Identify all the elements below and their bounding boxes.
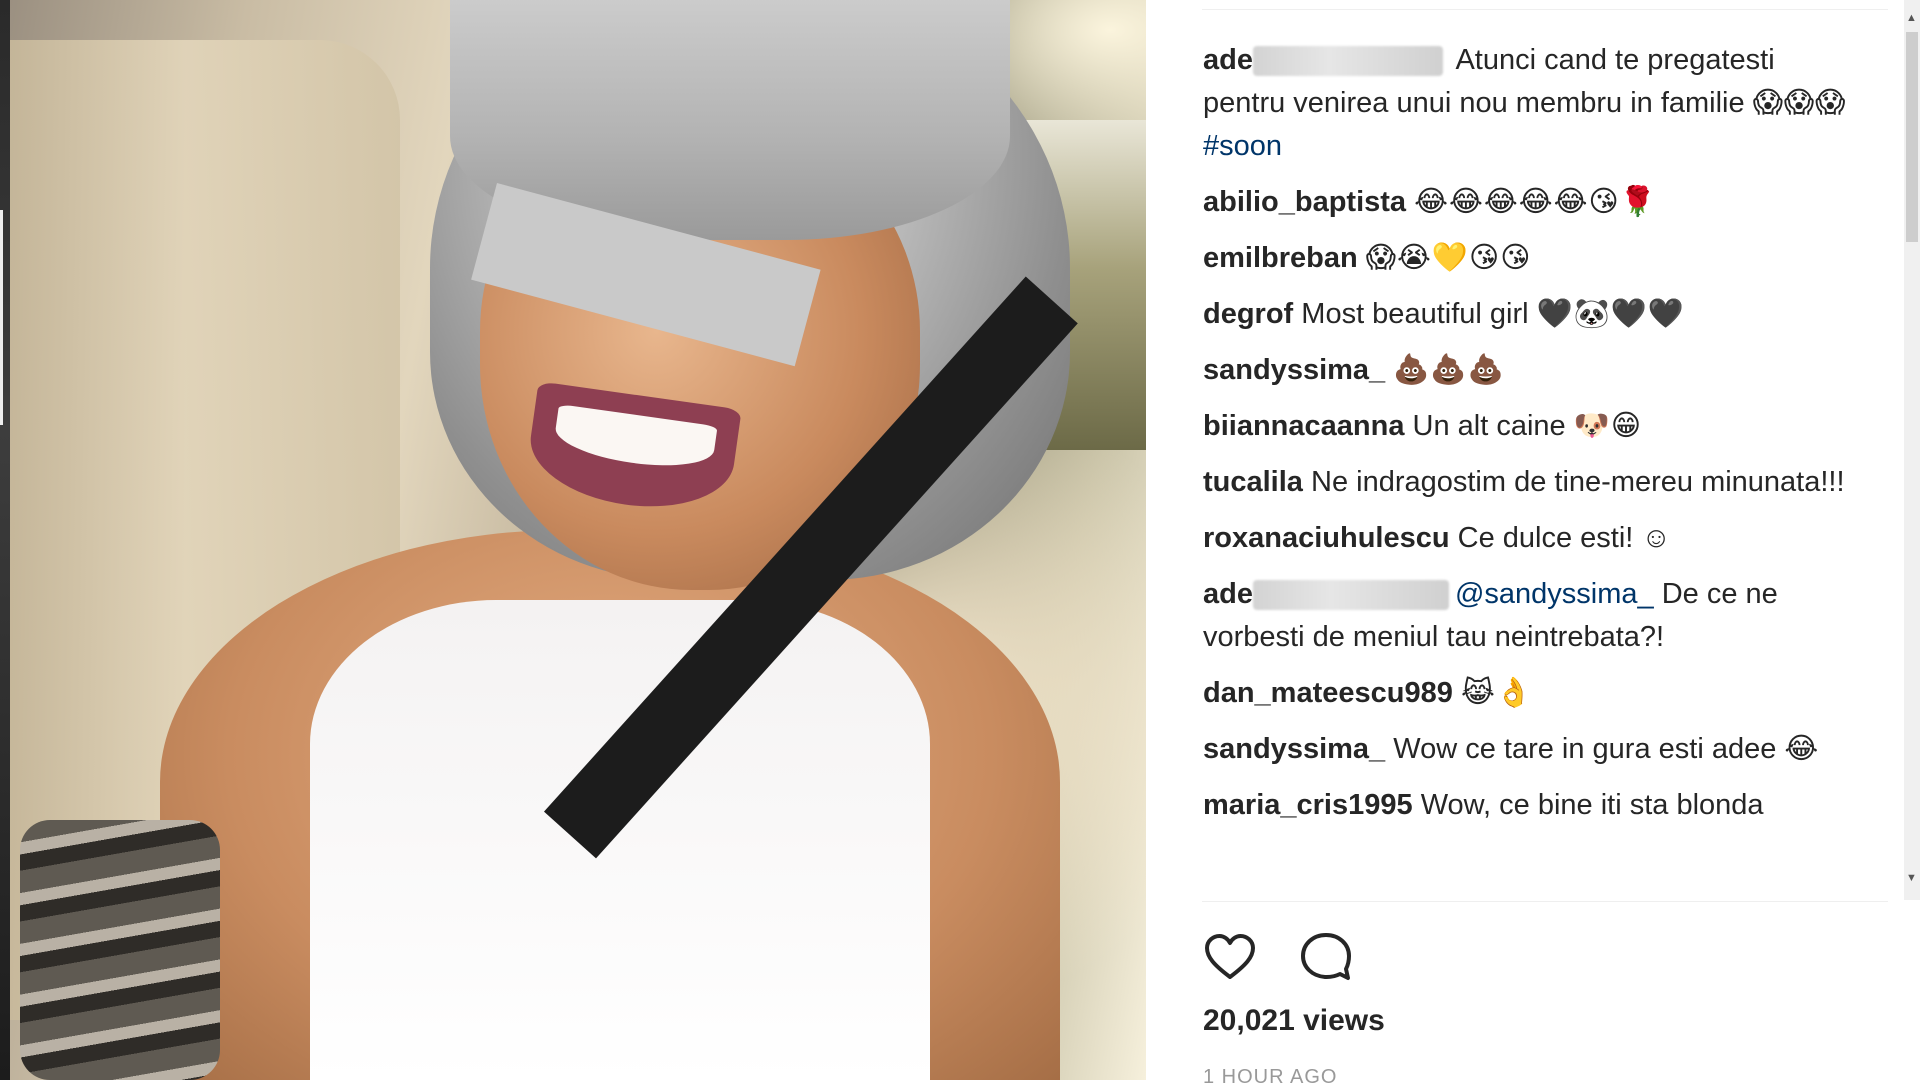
photo-white-top	[310, 600, 930, 1080]
comments-list[interactable]: ade Atunci cand te pregatesti pentru ven…	[1203, 39, 1863, 901]
comment-item: maria_cris1995 Wow, ce bine iti sta blon…	[1203, 784, 1863, 827]
comment-username[interactable]: sandyssima_	[1203, 733, 1385, 765]
comment-item: biiannacaanna Un alt caine 🐶😁	[1203, 405, 1863, 448]
views-count: 20,021 views	[1203, 1004, 1385, 1037]
caption-emoji: 😱😱😱	[1752, 87, 1847, 119]
left-edge-highlight	[0, 210, 3, 425]
comment-text: Wow ce tare in gura esti adee	[1393, 733, 1785, 765]
comments-divider	[1202, 901, 1888, 902]
comment-username[interactable]: sandyssima_	[1203, 354, 1385, 386]
comment-username[interactable]: abilio_baptista	[1203, 186, 1406, 218]
comment-text: Un alt caine	[1412, 410, 1574, 442]
comment-emoji: 😂	[1784, 733, 1820, 765]
comment-username[interactable]: roxanaciuhulescu	[1203, 522, 1450, 554]
post-timestamp[interactable]: 1 HOUR AGO	[1203, 1066, 1337, 1089]
like-button[interactable]	[1202, 930, 1258, 986]
comment-username[interactable]: ade	[1203, 578, 1253, 610]
heart-icon	[1205, 934, 1255, 979]
comment-emoji: 🐶😁	[1573, 410, 1643, 442]
comment-item: emilbreban 😱😭💛😘😘	[1203, 237, 1863, 280]
comment-item: ade @sandyssima_ De ce ne vorbesti de men…	[1203, 573, 1863, 659]
comment-text: Most beautiful girl	[1301, 298, 1537, 330]
comment-username[interactable]: biiannacaanna	[1203, 410, 1404, 442]
comment-item: degrof Most beautiful girl 🖤🐼🖤🖤	[1203, 293, 1863, 336]
comment-item: sandyssima_ 💩💩💩	[1203, 349, 1863, 392]
comment-item: abilio_baptista 😂😂😂😂😂😘🌹	[1203, 181, 1863, 224]
comment-bubble-icon	[1301, 933, 1351, 980]
scroll-down-arrow-icon[interactable]: ▼	[1906, 872, 1917, 884]
comment-emoji: ☺	[1641, 522, 1673, 554]
comment-emoji: 🖤🐼🖤🖤	[1536, 298, 1686, 330]
comment-username[interactable]: maria_cris1995	[1203, 789, 1413, 821]
caption-hashtag[interactable]: #soon	[1203, 130, 1282, 162]
comment-item: dan_mateescu989 😹👌	[1203, 672, 1863, 715]
blurred-username-part	[1252, 580, 1449, 611]
comment-username[interactable]: emilbreban	[1203, 242, 1358, 274]
comment-button[interactable]	[1298, 930, 1354, 986]
blurred-username-part	[1252, 46, 1443, 77]
left-window-edge	[0, 0, 10, 1080]
post-photo[interactable]	[10, 0, 1146, 1080]
comment-item: tucalila Ne indragostim de tine-mereu mi…	[1203, 461, 1863, 504]
comment-item: roxanaciuhulescu Ce dulce esti! ☺	[1203, 517, 1863, 560]
caption: ade Atunci cand te pregatesti pentru ven…	[1203, 39, 1863, 168]
comment-item: sandyssima_ Wow ce tare in gura esti ade…	[1203, 728, 1863, 771]
post-side-panel: ade Atunci cand te pregatesti pentru ven…	[1146, 0, 1920, 1088]
comment-text: Wow, ce bine iti sta blonda	[1420, 789, 1764, 821]
comment-emoji: 😂😂😂😂😂😘🌹	[1414, 186, 1657, 218]
comment-emoji: 💩💩💩	[1393, 354, 1505, 386]
comment-emoji: 😹👌	[1460, 677, 1533, 709]
comment-username[interactable]: tucalila	[1203, 466, 1303, 498]
top-divider	[1202, 9, 1888, 10]
comment-username[interactable]: degrof	[1203, 298, 1293, 330]
comment-text: Ne indragostim de tine-mereu minunata!!!	[1311, 466, 1845, 498]
scrollbar-thumb[interactable]	[1906, 32, 1918, 242]
caption-username[interactable]: ade	[1203, 44, 1253, 76]
comment-text: Ce dulce esti!	[1457, 522, 1642, 554]
photo-bracelets	[20, 820, 220, 1080]
comment-emoji: 😱😭💛😘😘	[1365, 242, 1532, 274]
comment-username[interactable]: dan_mateescu989	[1203, 677, 1453, 709]
comment-mention[interactable]: @sandyssima_	[1455, 578, 1654, 610]
scroll-up-arrow-icon[interactable]: ▲	[1906, 12, 1917, 24]
scrollbar[interactable]: ▲ ▼	[1904, 0, 1920, 900]
